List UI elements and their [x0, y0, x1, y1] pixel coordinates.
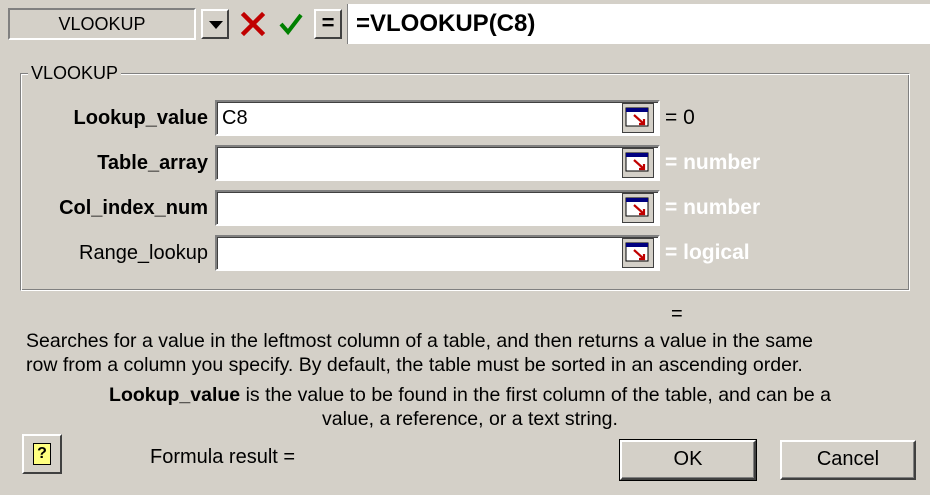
- collapse-dialog-icon[interactable]: [622, 103, 654, 133]
- argument-description-text: value, a reference, or a text string.: [322, 407, 618, 430]
- arg-result-col-index-num: = number: [665, 194, 760, 222]
- arg-label-range-lookup: Range_lookup: [79, 242, 208, 264]
- help-icon: ?: [33, 443, 51, 465]
- formula-result-label: Formula result =: [150, 446, 296, 468]
- arg-label-col-index-num: Col_index_num: [59, 197, 208, 219]
- chevron-down-icon[interactable]: [201, 9, 229, 39]
- argument-description-name: Lookup_value: [109, 384, 241, 406]
- collapse-dialog-icon[interactable]: [622, 238, 654, 268]
- function-description-line: Searches for a value in the leftmost col…: [26, 330, 813, 352]
- cancel-button[interactable]: Cancel: [780, 440, 916, 480]
- cross-icon[interactable]: [238, 9, 268, 39]
- function-description: Searches for a value in the leftmost col…: [26, 330, 916, 377]
- collapse-dialog-icon[interactable]: [622, 193, 654, 223]
- argument-description: Lookup_value is the value to be found in…: [40, 384, 900, 431]
- arg-label-table-array: Table_array: [97, 152, 208, 174]
- arg-result-equals: =: [665, 241, 678, 264]
- help-button[interactable]: ?: [22, 434, 62, 474]
- insert-function-button[interactable]: =: [314, 9, 342, 39]
- function-result-equals: =: [671, 303, 683, 325]
- arg-result-equals: =: [665, 151, 678, 174]
- arg-input-lookup-value[interactable]: C8: [215, 100, 660, 136]
- ok-button[interactable]: OK: [619, 439, 757, 481]
- arg-result-table-array: = number: [665, 149, 760, 177]
- group-title: VLOOKUP: [28, 62, 122, 84]
- function-arguments-dialog: VLOOKUP Lookup_value C8 = 0 Table_array …: [0, 48, 930, 495]
- function-description-line: row from a column you specify. By defaul…: [26, 353, 803, 376]
- arg-input-range-lookup[interactable]: [215, 235, 660, 271]
- arg-label-lookup-value: Lookup_value: [73, 107, 208, 129]
- arg-result-type: number: [683, 196, 761, 219]
- formula-bar: VLOOKUP = =VLOOKUP(C8): [0, 0, 930, 48]
- argument-description-text: is the value to be found in the first co…: [240, 384, 831, 406]
- arg-result-type: number: [683, 151, 761, 174]
- name-box[interactable]: VLOOKUP: [8, 8, 196, 40]
- arg-result-equals: =: [665, 106, 678, 129]
- formula-input[interactable]: =VLOOKUP(C8): [347, 4, 930, 44]
- arg-result-type: logical: [683, 241, 750, 264]
- arg-result-lookup-value: = 0: [665, 104, 695, 132]
- checkmark-icon[interactable]: [276, 9, 306, 39]
- arg-result-equals: =: [665, 196, 678, 219]
- arg-result-value: 0: [683, 106, 695, 129]
- arg-result-range-lookup: = logical: [665, 239, 750, 267]
- arg-input-col-index-num[interactable]: [215, 190, 660, 226]
- collapse-dialog-icon[interactable]: [622, 148, 654, 178]
- arg-input-table-array[interactable]: [215, 145, 660, 181]
